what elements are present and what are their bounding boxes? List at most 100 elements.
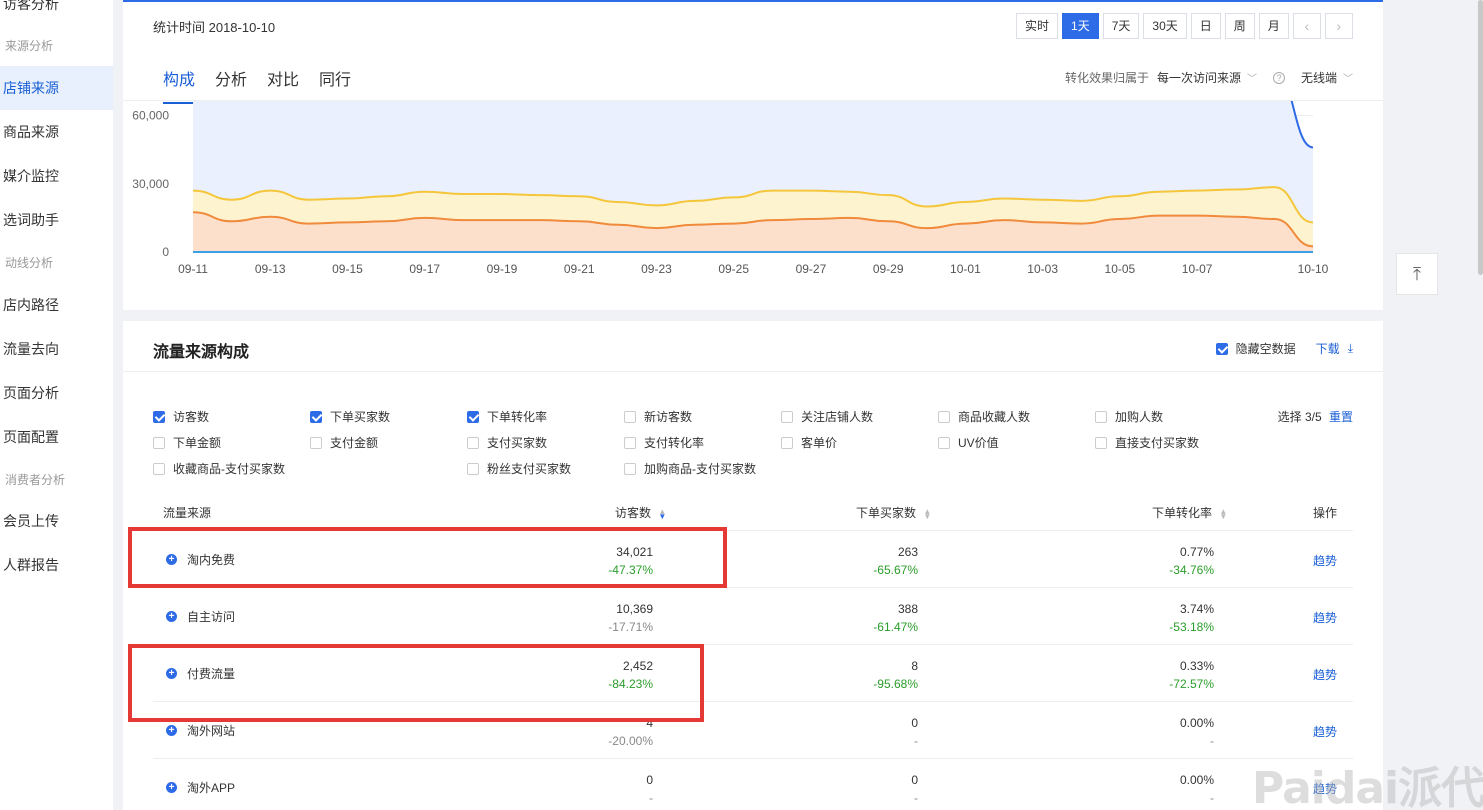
metric-option[interactable]: 直接支付买家数 bbox=[1095, 434, 1199, 451]
device-select[interactable]: 无线端 ﹀ bbox=[1301, 69, 1353, 86]
range-7day-button[interactable]: 7天 bbox=[1102, 13, 1140, 39]
range-realtime-button[interactable]: 实时 bbox=[1016, 13, 1059, 39]
x-tick-label: 09-11 bbox=[178, 262, 208, 276]
chevron-down-icon: ﹀ bbox=[1343, 74, 1353, 85]
metric-option[interactable]: 新访客数 bbox=[624, 408, 692, 425]
analysis-tabs: 构成 分析 对比 同行 bbox=[163, 66, 351, 104]
metric-checkbox[interactable] bbox=[310, 436, 322, 449]
source-name[interactable]: + 淘外网站 bbox=[166, 722, 235, 739]
reset-link[interactable]: 重置 bbox=[1329, 410, 1353, 424]
conversion-delta: - bbox=[1210, 734, 1214, 748]
conversion-delta: -72.57% bbox=[1169, 677, 1214, 691]
metric-checkbox[interactable] bbox=[153, 410, 165, 423]
scrollbar[interactable] bbox=[1478, 0, 1483, 275]
metric-checkbox[interactable] bbox=[153, 462, 165, 475]
metric-checkbox[interactable] bbox=[781, 436, 793, 449]
metric-option[interactable]: 支付转化率 bbox=[624, 434, 704, 451]
metric-checkbox[interactable] bbox=[624, 462, 636, 475]
sidebar-item-traffic-out[interactable]: 流量去向 bbox=[0, 327, 113, 371]
column-header-visitors[interactable]: 访客数 ▲ ▼ bbox=[615, 504, 666, 521]
expand-plus-icon[interactable]: + bbox=[166, 611, 177, 622]
sidebar-item-visitor-analysis[interactable]: 访客分析 bbox=[0, 0, 113, 26]
metric-checkbox[interactable] bbox=[467, 436, 479, 449]
metric-checkbox[interactable] bbox=[781, 410, 793, 423]
trend-link[interactable]: 趋势 bbox=[1313, 666, 1337, 683]
range-day-button[interactable]: 日 bbox=[1190, 13, 1221, 39]
metric-option[interactable]: 下单买家数 bbox=[310, 408, 390, 425]
metric-option[interactable]: 关注店铺人数 bbox=[781, 408, 873, 425]
metric-checkbox[interactable] bbox=[310, 410, 322, 423]
conversion-cell: 3.74% -53.18% bbox=[1169, 600, 1214, 636]
x-tick-label: 09-21 bbox=[564, 262, 595, 276]
metric-option[interactable]: 客单价 bbox=[781, 434, 837, 451]
sort-icon[interactable]: ▲ ▼ bbox=[923, 507, 931, 520]
metric-option[interactable]: 访客数 bbox=[153, 408, 209, 425]
trend-link[interactable]: 趋势 bbox=[1313, 552, 1337, 569]
sidebar-item-page-analysis[interactable]: 页面分析 bbox=[0, 371, 113, 415]
metric-option[interactable]: UV价值 bbox=[938, 434, 999, 451]
sort-icon[interactable]: ▲ ▼ bbox=[1219, 507, 1227, 520]
stat-time: 统计时间 2018-10-10 bbox=[153, 20, 276, 35]
metric-option[interactable]: 商品收藏人数 bbox=[938, 408, 1030, 425]
tab-composition[interactable]: 构成 bbox=[163, 66, 196, 104]
sidebar-item-product-source[interactable]: 商品来源 bbox=[0, 110, 113, 154]
x-tick-label: 10-03 bbox=[1027, 262, 1058, 276]
tab-analysis[interactable]: 分析 bbox=[215, 66, 247, 104]
column-header-conversion[interactable]: 下单转化率 ▲ ▼ bbox=[1152, 504, 1227, 521]
sidebar-item-shop-source[interactable]: 店铺来源 bbox=[0, 66, 113, 110]
metric-option[interactable]: 加购人数 bbox=[1095, 408, 1163, 425]
metric-option[interactable]: 收藏商品-支付买家数 bbox=[153, 460, 285, 477]
range-month-button[interactable]: 月 bbox=[1258, 13, 1289, 39]
download-icon[interactable]: ⤓ bbox=[1348, 341, 1353, 356]
metric-label: 商品收藏人数 bbox=[958, 410, 1031, 424]
metric-checkbox[interactable] bbox=[938, 410, 950, 423]
sort-icon[interactable]: ▲ ▼ bbox=[658, 507, 666, 520]
range-week-button[interactable]: 周 bbox=[1224, 13, 1255, 39]
download-link[interactable]: 下载 bbox=[1316, 340, 1340, 357]
metric-option[interactable]: 支付金额 bbox=[310, 434, 378, 451]
trend-link[interactable]: 趋势 bbox=[1313, 723, 1337, 740]
prev-date-button[interactable]: ‹ bbox=[1292, 13, 1321, 39]
back-to-top-button[interactable]: ⤒ bbox=[1396, 253, 1438, 295]
sidebar-item-page-config[interactable]: 页面配置 bbox=[0, 415, 113, 459]
x-tick-label: 09-25 bbox=[718, 262, 749, 276]
range-30day-button[interactable]: 30天 bbox=[1143, 13, 1187, 39]
metric-checkbox[interactable] bbox=[467, 462, 479, 475]
metric-checkbox[interactable] bbox=[624, 436, 636, 449]
metric-checkbox[interactable] bbox=[624, 410, 636, 423]
source-name[interactable]: + 淘外APP bbox=[166, 779, 235, 796]
metric-option[interactable]: 粉丝支付买家数 bbox=[467, 460, 571, 477]
expand-plus-icon[interactable]: + bbox=[166, 782, 177, 793]
range-1day-button[interactable]: 1天 bbox=[1062, 13, 1099, 39]
metric-checkbox[interactable] bbox=[467, 410, 479, 423]
expand-plus-icon[interactable]: + bbox=[166, 725, 177, 736]
sidebar-group-consumer: 消费者分析 bbox=[5, 473, 66, 487]
metric-option[interactable]: 下单转化率 bbox=[467, 408, 547, 425]
trend-link[interactable]: 趋势 bbox=[1313, 609, 1337, 626]
metric-label: UV价值 bbox=[958, 436, 999, 450]
metric-label: 访客数 bbox=[173, 410, 210, 424]
conversion-value: 0.77% bbox=[1179, 545, 1214, 559]
source-name[interactable]: + 自主访问 bbox=[166, 608, 235, 625]
sidebar-item-member-upload[interactable]: 会员上传 bbox=[0, 499, 113, 543]
sidebar-item-crowd-report[interactable]: 人群报告 bbox=[0, 543, 113, 587]
next-date-button[interactable]: › bbox=[1324, 13, 1353, 39]
column-header-source: 流量来源 bbox=[163, 506, 212, 520]
tab-compare[interactable]: 对比 bbox=[267, 66, 299, 104]
sidebar-item-keyword-helper[interactable]: 选词助手 bbox=[0, 198, 113, 242]
metric-option[interactable]: 加购商品-支付买家数 bbox=[624, 460, 756, 477]
buyers-cell: 0- bbox=[911, 771, 918, 807]
metric-checkbox[interactable] bbox=[1095, 436, 1107, 449]
hide-empty-checkbox[interactable] bbox=[1215, 342, 1228, 355]
help-icon[interactable]: ? bbox=[1272, 71, 1285, 84]
sidebar-item-store-path[interactable]: 店内路径 bbox=[0, 283, 113, 327]
attribution-select[interactable]: 每一次访问来源 ﹀ bbox=[1157, 69, 1257, 86]
metric-option[interactable]: 下单金额 bbox=[153, 434, 221, 451]
metric-option[interactable]: 支付买家数 bbox=[467, 434, 547, 451]
metric-checkbox[interactable] bbox=[153, 436, 165, 449]
tab-peers[interactable]: 同行 bbox=[319, 66, 351, 104]
sidebar-item-media-monitor[interactable]: 媒介监控 bbox=[0, 154, 113, 198]
column-header-buyers[interactable]: 下单买家数 ▲ ▼ bbox=[856, 504, 931, 521]
metric-checkbox[interactable] bbox=[1095, 410, 1107, 423]
metric-checkbox[interactable] bbox=[938, 436, 950, 449]
